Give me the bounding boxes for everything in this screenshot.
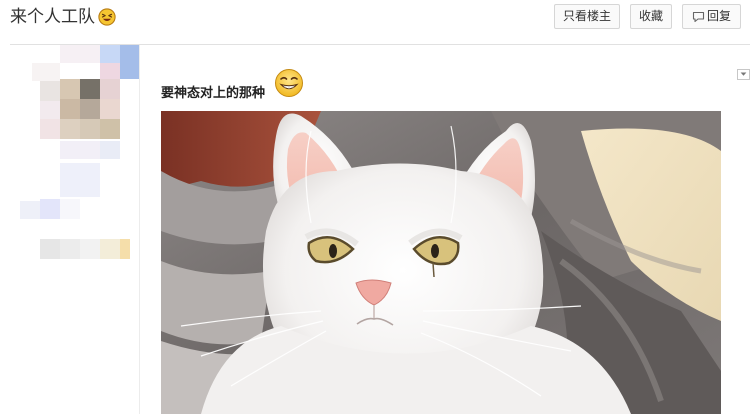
speech-bubble-icon	[692, 11, 705, 22]
author-column-divider	[139, 45, 140, 414]
favorite-label: 收藏	[638, 9, 663, 23]
author-name-blurred[interactable]	[10, 235, 140, 263]
white-cat-photo	[161, 111, 721, 414]
avatar[interactable]	[10, 45, 140, 255]
only-op-button[interactable]: 只看楼主	[554, 4, 620, 29]
reply-button[interactable]: 回复	[682, 4, 741, 29]
only-op-label: 只看楼主	[562, 9, 611, 23]
author-sidebar	[10, 45, 143, 414]
chevron-down-icon	[740, 72, 747, 76]
post-menu-button[interactable]	[737, 69, 750, 80]
laughing-face-emoji-icon	[98, 8, 116, 26]
reply-label: 回复	[706, 9, 731, 23]
thread-title-text: 来个人工队	[10, 7, 95, 27]
post-text: 要神态对上的那种	[161, 86, 266, 101]
grinning-face-emoji-icon	[275, 69, 303, 97]
post-image[interactable]	[161, 111, 721, 414]
favorite-button[interactable]: 收藏	[630, 4, 672, 29]
thread-title: 来个人工队	[10, 6, 116, 28]
